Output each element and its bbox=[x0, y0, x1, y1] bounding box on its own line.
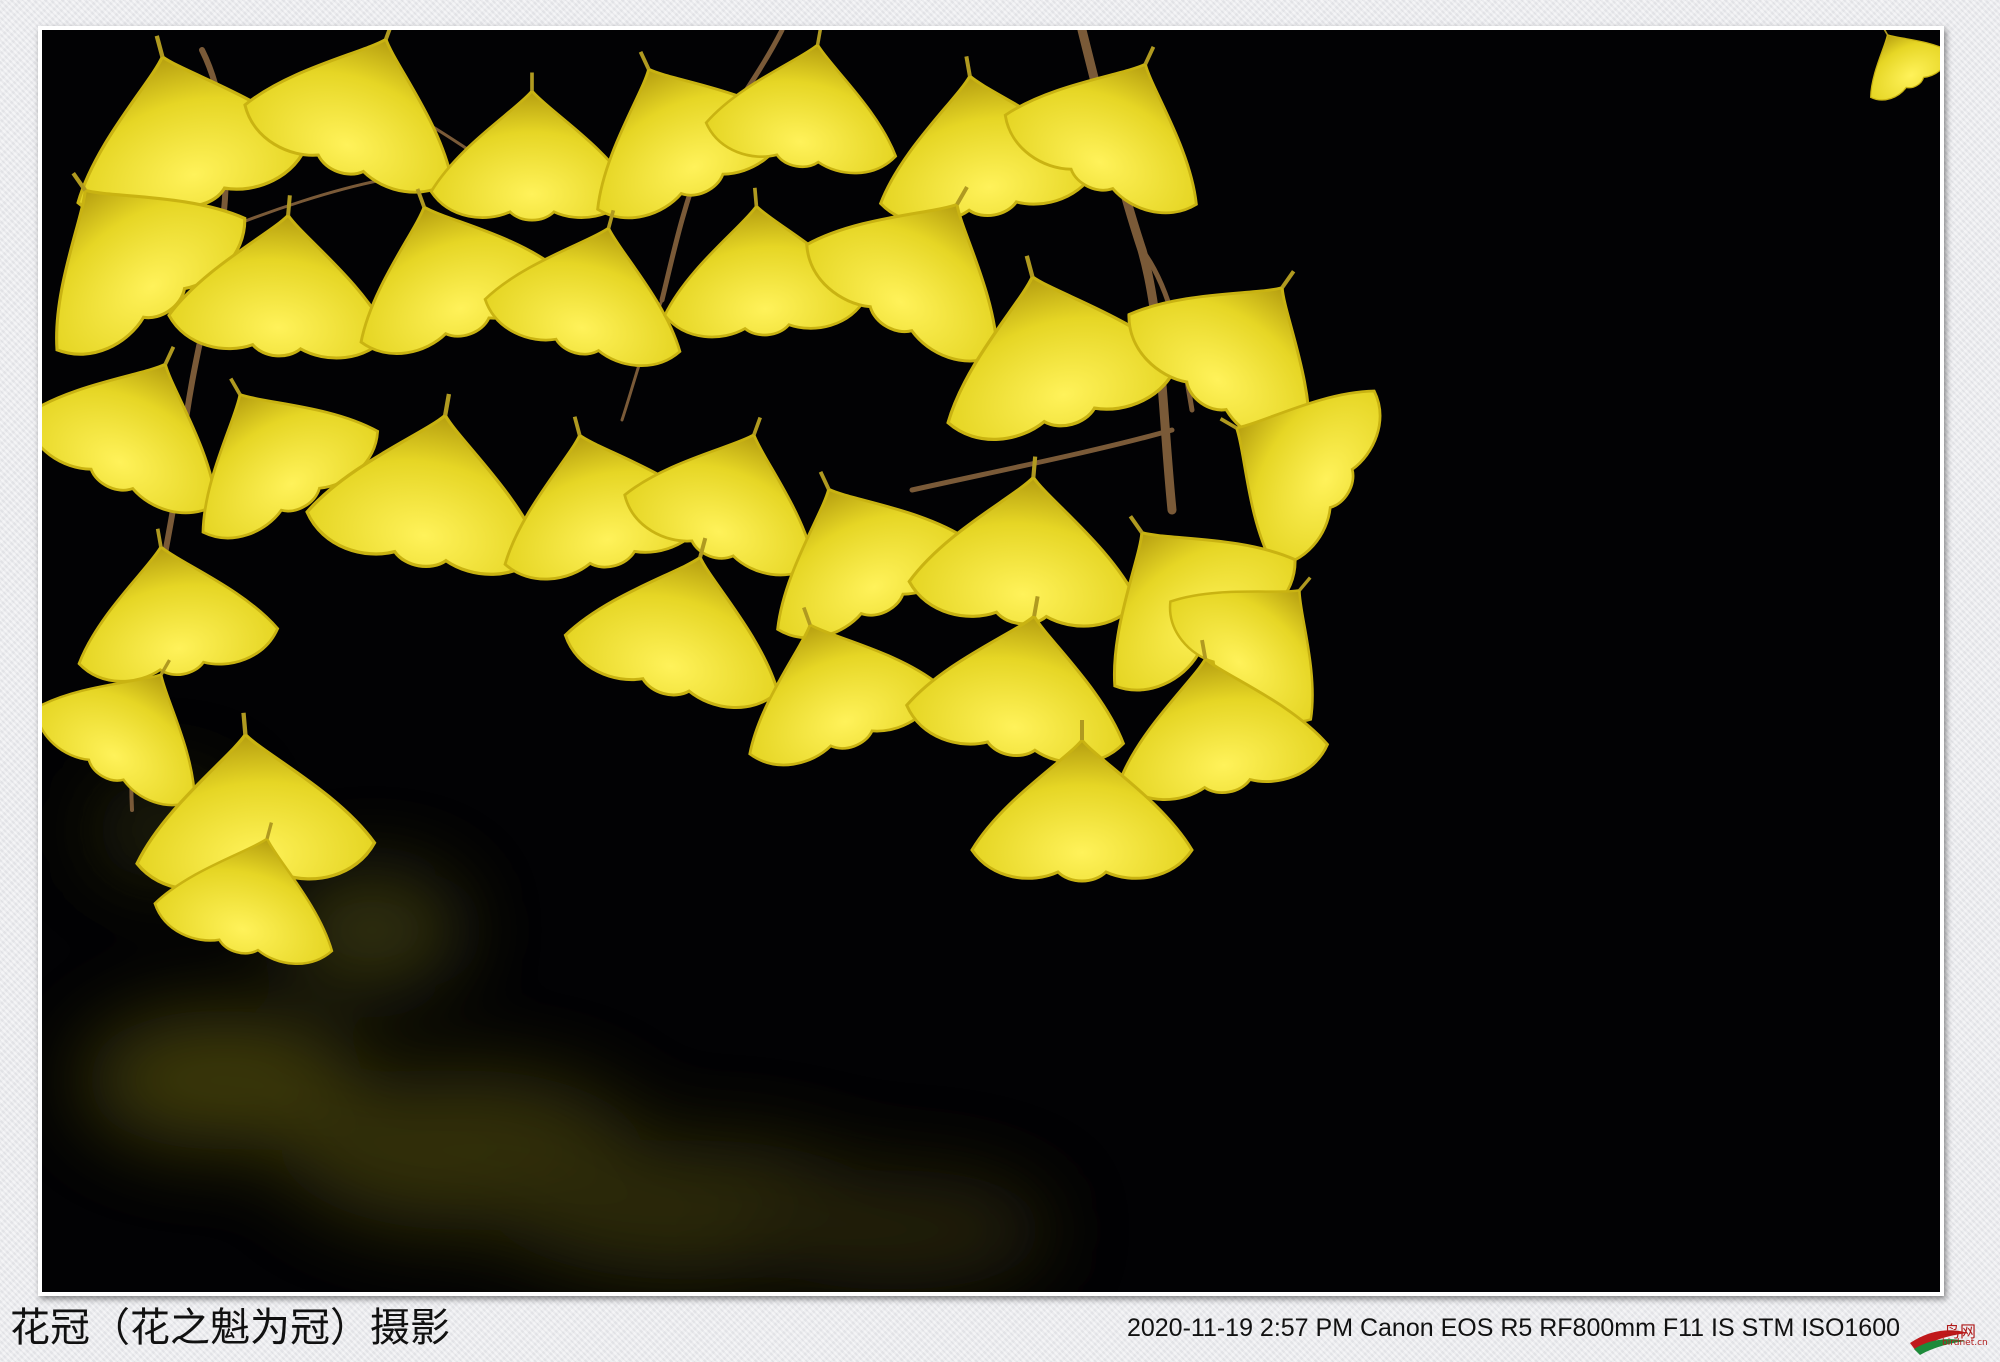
exif-info: 2020-11-19 2:57 PM Canon EOS R5 RF800mm … bbox=[1126, 1314, 1900, 1342]
photographer-credit: 花冠（花之魁为冠）摄影 bbox=[10, 1305, 450, 1351]
ginkgo-illustration bbox=[42, 30, 1940, 1290]
logo-subtext: birdnet.cn bbox=[1942, 1338, 1988, 1348]
photo-frame bbox=[38, 26, 1944, 1296]
photo-ginkgo-leaves bbox=[42, 30, 1940, 1292]
ginkgo-leaves bbox=[42, 30, 1940, 978]
